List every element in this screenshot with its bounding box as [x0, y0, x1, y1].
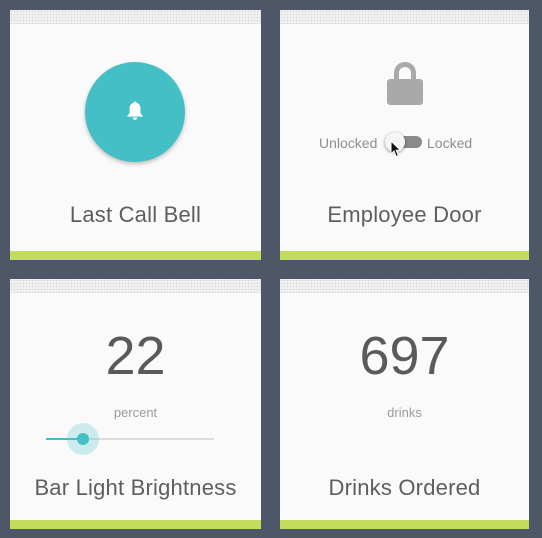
bell-icon	[127, 101, 143, 120]
tile-accent-bar	[280, 251, 529, 260]
switch-label-unlocked: Unlocked	[319, 135, 378, 151]
tile-title: Drinks Ordered	[328, 475, 481, 500]
lock-switch-row: Unlocked Locked	[280, 132, 529, 158]
tile-accent-bar	[280, 520, 529, 529]
tile-accent-bar	[10, 251, 261, 260]
brightness-value: 22	[105, 326, 166, 386]
tile-title: Bar Light Brightness	[34, 475, 237, 500]
tile-title: Last Call Bell	[69, 202, 202, 227]
tile-texture	[10, 279, 261, 293]
bell-button[interactable]	[85, 62, 185, 162]
tile-accent-bar	[10, 520, 261, 529]
lock-icon	[387, 62, 423, 105]
mouse-cursor-icon	[390, 140, 402, 158]
switch-label-locked: Locked	[427, 135, 473, 151]
tile-title: Employee Door	[327, 202, 482, 227]
slider-thumb[interactable]	[77, 433, 89, 445]
tile-drinks-ordered: 697 drinks Drinks Ordered	[280, 279, 529, 529]
tile-texture	[280, 279, 529, 293]
drinks-value: 697	[359, 326, 450, 386]
tile-texture	[280, 10, 529, 24]
tile-employee-door: Unlocked Locked Employee Door	[280, 10, 529, 260]
tile-last-call-bell: Last Call Bell	[10, 10, 261, 260]
tile-bar-light-brightness: 22 percent Bar Light Brightness	[10, 279, 261, 529]
brightness-unit: percent	[113, 405, 158, 420]
drinks-unit: drinks	[387, 405, 422, 420]
tile-texture	[10, 10, 261, 24]
brightness-slider[interactable]	[46, 423, 214, 455]
